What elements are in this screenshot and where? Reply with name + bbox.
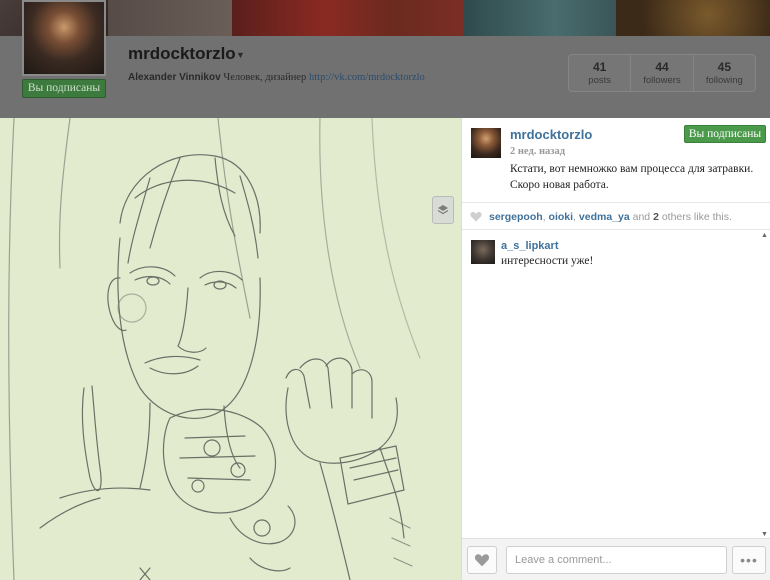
scroll-down-icon[interactable]: ▼ — [761, 531, 768, 538]
profile-follow-button[interactable]: Вы подписаны — [22, 79, 106, 98]
stat-number: 41 — [592, 60, 607, 74]
layers-icon[interactable] — [432, 196, 454, 224]
liker-link[interactable]: vedma_ya — [579, 211, 630, 223]
stat-number: 44 — [655, 60, 669, 74]
more-icon[interactable]: ••• — [732, 546, 766, 574]
profile-avatar[interactable] — [22, 0, 106, 76]
comment-text: интересности уже! — [501, 255, 594, 267]
comments-scrollbar[interactable]: ▲ ▼ — [760, 232, 770, 538]
comment-input[interactable] — [506, 546, 727, 574]
stat-number: 45 — [717, 60, 731, 74]
pencil-sketch-image — [0, 118, 461, 580]
comment-avatar[interactable] — [471, 240, 495, 264]
stat-label: following — [705, 75, 743, 86]
stat-label: posts — [588, 75, 612, 86]
stat-posts[interactable]: 41 posts — [569, 55, 632, 91]
liker-link[interactable]: oioki — [549, 211, 574, 223]
banner-photo — [232, 0, 464, 36]
profile-link[interactable]: http://vk.com/mrdocktorzlo — [309, 72, 425, 83]
profile-banner — [0, 0, 770, 36]
post-timestamp: 2 нед. назад — [510, 146, 566, 157]
scroll-up-icon[interactable]: ▲ — [761, 232, 768, 239]
post-photo[interactable] — [0, 118, 461, 580]
comment-username[interactable]: a_s_lipkart — [501, 240, 558, 252]
post-author-avatar[interactable] — [471, 128, 501, 158]
follow-button[interactable]: Вы подписаны — [684, 125, 766, 143]
profile-bio: Alexander Vinnikov Человек, дизайнер htt… — [128, 72, 425, 83]
post-sidebar: mrdocktorzlo Вы подписаны 2 нед. назад К… — [461, 118, 770, 580]
stat-following[interactable]: 45 following — [694, 55, 755, 91]
heart-icon — [474, 554, 490, 567]
banner-photo — [464, 0, 616, 36]
heart-icon — [470, 212, 482, 222]
likes-and: and — [632, 211, 651, 223]
likes-others-count[interactable]: 2 — [653, 211, 659, 223]
likes-others-suffix: others like this. — [661, 211, 732, 223]
post-caption: Кстати, вот немножко вам процесса для за… — [510, 163, 754, 191]
banner-photo — [616, 0, 770, 36]
post-author-username[interactable]: mrdocktorzlo — [510, 127, 592, 142]
banner-photo — [108, 0, 232, 36]
profile-stats: 41 posts 44 followers 45 following — [568, 54, 756, 92]
profile-full-name: Alexander Vinnikov — [128, 72, 221, 83]
stat-followers[interactable]: 44 followers — [631, 55, 694, 91]
post-modal: mrdocktorzlo Вы подписаны 2 нед. назад К… — [0, 118, 770, 580]
comments-list: a_s_lipkart интересности уже! — [462, 232, 770, 538]
profile-description: Человек, дизайнер — [223, 72, 307, 83]
likes-text: sergepooh, oioki, vedma_ya and 2 others … — [489, 211, 732, 223]
profile-username[interactable]: mrdocktorzlo — [128, 44, 236, 64]
comment-bar: ••• — [462, 538, 770, 580]
liker-link[interactable]: sergepooh — [489, 211, 543, 223]
stat-label: followers — [643, 75, 681, 86]
chevron-down-icon[interactable]: ▼ — [236, 50, 245, 60]
like-button[interactable] — [467, 546, 497, 574]
likes-row: sergepooh, oioki, vedma_ya and 2 others … — [462, 202, 770, 230]
